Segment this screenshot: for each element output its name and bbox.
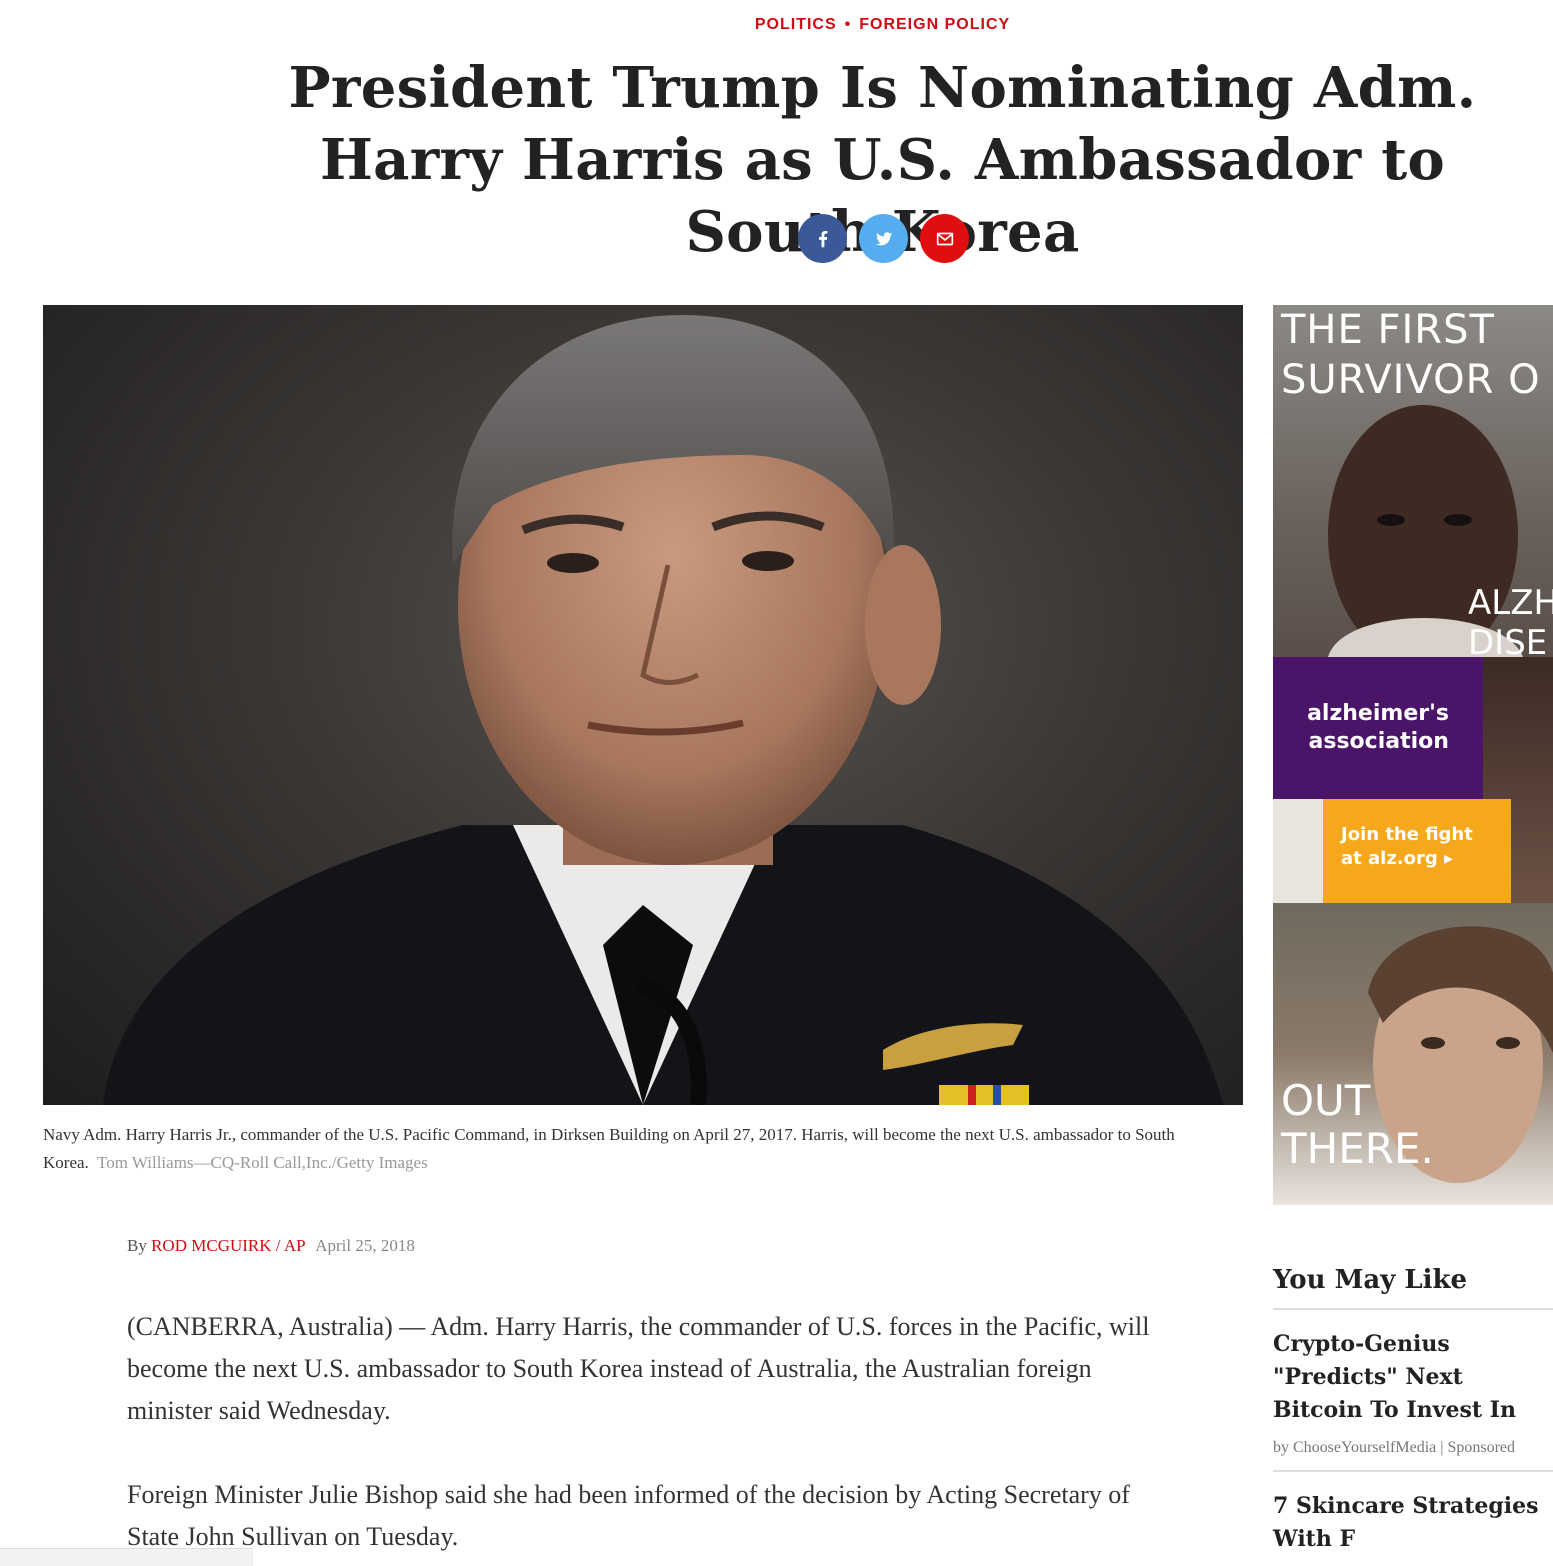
recommendation-item[interactable]: Crypto-Genius "Predicts" Next Bitcoin To… [1273, 1310, 1553, 1472]
byline-separator: / [275, 1236, 281, 1255]
ad-bottom-line: THERE. [1281, 1124, 1434, 1173]
publish-date: April 25, 2018 [315, 1236, 415, 1255]
ad-cta-line: Join the fight [1341, 824, 1473, 845]
ad-brand-logo: alzheimer's association [1307, 700, 1449, 756]
category-politics-link[interactable]: POLITICS [755, 16, 837, 33]
you-may-like-widget: You May Like Crypto-Genius "Predicts" Ne… [1273, 1262, 1553, 1566]
ad-brand-block: alzheimer's association [1273, 657, 1483, 799]
recommendation-title[interactable]: 7 Skincare Strategies With F [1273, 1490, 1553, 1556]
category-foreign-policy-link[interactable]: FOREIGN POLICY [859, 16, 1010, 33]
ad-side-text: ALZH DISE [1468, 583, 1553, 663]
agency-link[interactable]: AP [284, 1236, 305, 1255]
facebook-share-button[interactable] [798, 214, 847, 263]
ad-brand-line: association [1308, 729, 1449, 754]
article-paragraph: (CANBERRA, Australia) — Adm. Harry Harri… [127, 1312, 1150, 1425]
you-may-like-heading: You May Like [1273, 1262, 1553, 1310]
ad-cta-block[interactable]: Join the fight at alz.org ▸ [1323, 799, 1511, 903]
photo-credit: Tom Williams—CQ-Roll Call,Inc./Getty Ima… [97, 1153, 428, 1172]
author-link[interactable]: Rod McGuirk [151, 1236, 271, 1255]
ad-side-line: ALZH [1468, 583, 1553, 623]
ad-headline-line: THE FIRST [1281, 307, 1495, 353]
category-breadcrumb: POLITICS • FOREIGN POLICY [0, 16, 1553, 34]
category-separator: • [844, 16, 852, 33]
recommendation-title[interactable]: Crypto-Genius "Predicts" Next Bitcoin To… [1273, 1328, 1553, 1427]
hero-caption: Navy Adm. Harry Harris Jr., commander of… [43, 1121, 1223, 1177]
twitter-icon [875, 231, 892, 245]
ad-headline-line: SURVIVOR O [1281, 357, 1541, 403]
bottom-notification-bar [0, 1548, 253, 1566]
recommendation-item[interactable]: 7 Skincare Strategies With F [1273, 1472, 1553, 1566]
sidebar-advertisement[interactable]: THE FIRST SURVIVOR O ALZH DISE alzheimer… [1273, 305, 1553, 1205]
mail-icon [936, 232, 953, 245]
recommendation-source: by ChooseYourselfMedia | Sponsored [1273, 1439, 1516, 1456]
portrait-illustration [103, 315, 1223, 1105]
ad-cta-line: at alz.org ▸ [1341, 848, 1454, 869]
ad-bottom-text: OUT THERE. [1281, 1077, 1434, 1173]
facebook-icon [818, 230, 827, 247]
hero-photo [43, 305, 1243, 1105]
byline-prefix: By [127, 1236, 147, 1255]
ad-headline: THE FIRST SURVIVOR O [1281, 305, 1541, 405]
twitter-share-button[interactable] [859, 214, 908, 263]
article-paragraph: Foreign Minister Julie Bishop said she h… [127, 1480, 1130, 1551]
ad-bottom-line: OUT [1281, 1076, 1371, 1125]
ad-brand-line: alzheimer's [1307, 701, 1449, 726]
email-share-button[interactable] [920, 214, 969, 263]
article-body: (CANBERRA, Australia) — Adm. Harry Harri… [127, 1306, 1167, 1566]
ad-spacer [1273, 799, 1323, 903]
byline: By Rod McGuirk / AP April 25, 2018 [127, 1236, 415, 1256]
share-buttons [798, 214, 969, 263]
